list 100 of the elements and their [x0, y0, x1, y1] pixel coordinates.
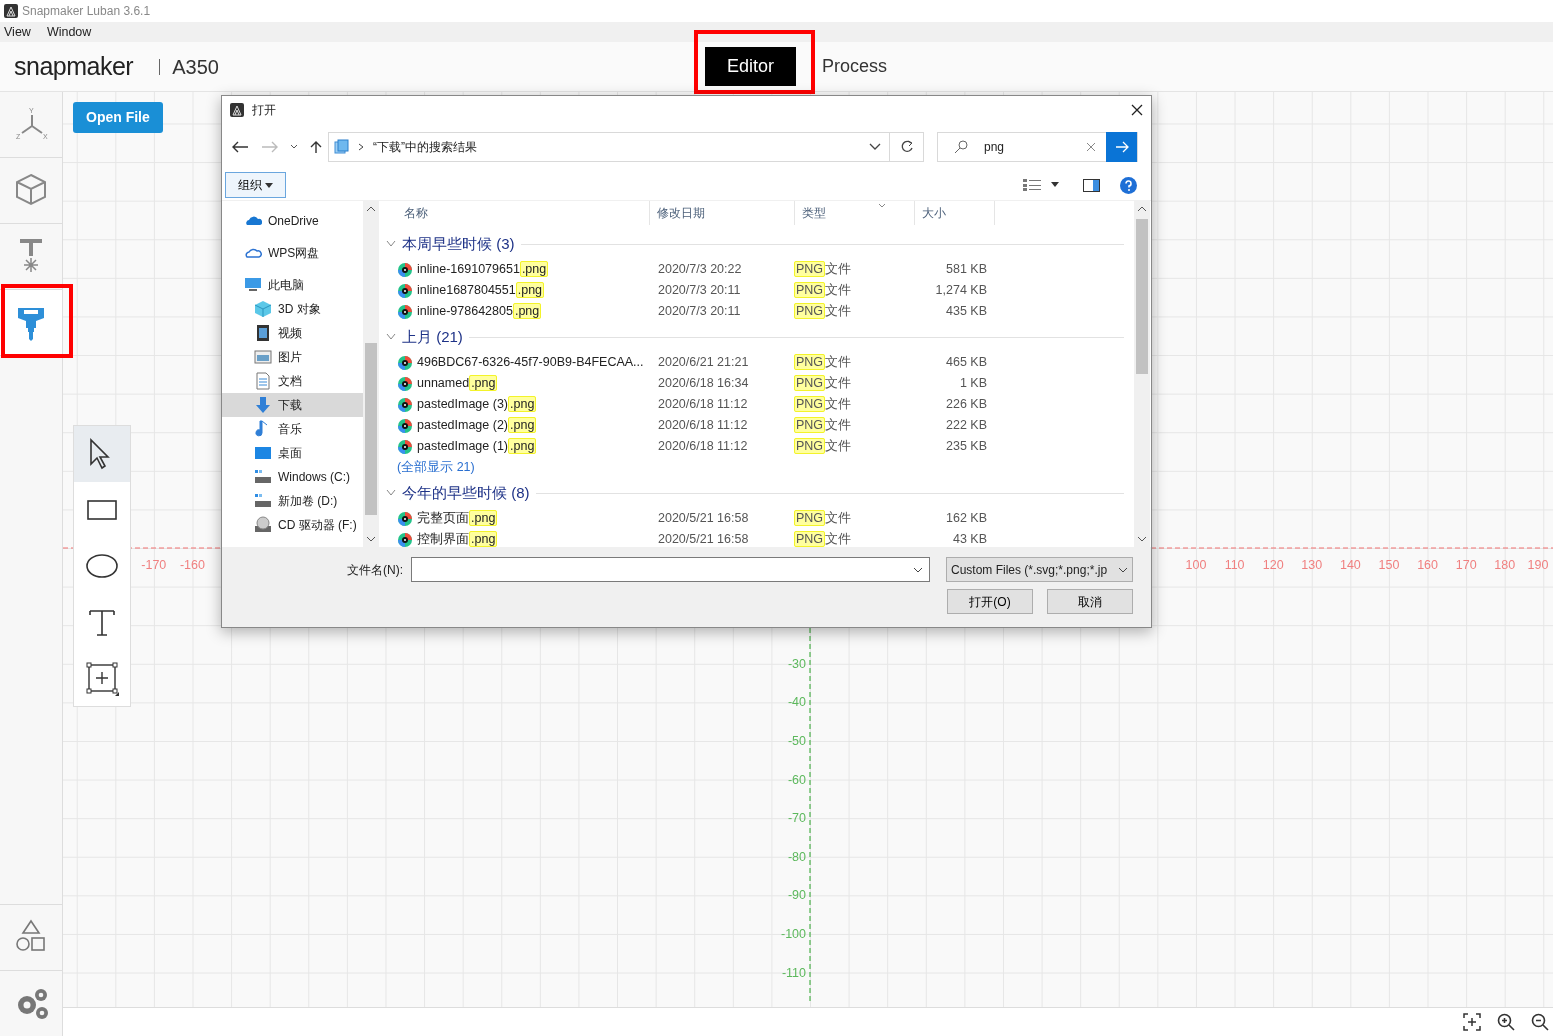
- caret-icon[interactable]: [1051, 182, 1059, 188]
- logo-wordmark: snapmaker: [14, 50, 134, 82]
- film-icon: [254, 324, 272, 342]
- file-type: PNG 文件: [794, 509, 853, 528]
- file-type: PNG 文件: [794, 395, 853, 414]
- add-frame-icon[interactable]: [84, 660, 120, 696]
- file-size: 162 KB: [945, 510, 988, 528]
- column-header[interactable]: 大小: [915, 201, 995, 225]
- dialog-button[interactable]: 取消: [1047, 589, 1133, 614]
- file-type: PNG 文件: [794, 353, 853, 372]
- file-name[interactable]: 控制界面 .png: [417, 530, 498, 547]
- organize-button[interactable]: 组织: [225, 172, 287, 198]
- menu-item[interactable]: Window: [46, 22, 92, 42]
- axis-label: -50: [787, 732, 806, 750]
- chevron-down-icon: [1118, 566, 1128, 573]
- file-type: PNG 文件: [794, 416, 853, 435]
- column-header[interactable]: 类型: [795, 201, 915, 225]
- monitor-icon: [244, 276, 262, 294]
- preview-pane-icon[interactable]: [1083, 178, 1100, 192]
- nav-item[interactable]: 下载: [222, 393, 363, 417]
- axis-label: 100: [1185, 557, 1207, 574]
- mode-tab[interactable]: Process: [799, 47, 909, 86]
- scroll-up-icon[interactable]: [1137, 206, 1147, 212]
- axis-label: 150: [1378, 557, 1400, 574]
- nav-item[interactable]: 此电脑: [222, 273, 363, 297]
- image-file-icon: [397, 261, 413, 278]
- axis-label: -90: [787, 887, 806, 904]
- image-file-icon: [397, 354, 413, 371]
- file-date: 2020/7/3 20:11: [657, 303, 742, 321]
- close-icon[interactable]: [1131, 104, 1143, 116]
- show-all-link[interactable]: (全部显示 21): [397, 458, 475, 477]
- file-name[interactable]: inline1687804551 .png: [417, 281, 545, 300]
- nav-item[interactable]: 音乐: [222, 417, 363, 441]
- file-date: 2020/6/18 11:12: [657, 438, 749, 456]
- clear-icon[interactable]: [1086, 142, 1096, 152]
- nav-item[interactable]: 新加卷 (D:): [222, 489, 363, 513]
- axis-label: 170: [1455, 557, 1477, 574]
- file-date: 2020/7/3 20:22: [657, 261, 743, 279]
- column-header[interactable]: 名称: [397, 201, 650, 225]
- help-icon[interactable]: [1120, 176, 1137, 194]
- file-date: 2020/6/18 11:12: [657, 417, 749, 435]
- nav-item[interactable]: OneDrive: [222, 209, 363, 233]
- nav-item[interactable]: WPS网盘: [222, 241, 363, 265]
- zoom-out-icon[interactable]: [1531, 1013, 1549, 1031]
- chevron-down-icon[interactable]: [869, 143, 881, 151]
- nav-item[interactable]: 视频: [222, 321, 363, 345]
- caret-icon: [265, 182, 274, 189]
- dialog-button[interactable]: 打开(O): [947, 589, 1033, 614]
- search-icon: [954, 140, 968, 154]
- refresh-icon[interactable]: [899, 140, 914, 154]
- address-bar[interactable]: “下载”中的搜索结果: [328, 132, 890, 162]
- view-options-icon[interactable]: [1023, 179, 1041, 191]
- file-name[interactable]: pastedImage (2) .png: [417, 416, 537, 435]
- group-title[interactable]: 上月 (21): [402, 325, 463, 349]
- machine-label: A350: [172, 54, 219, 80]
- nav-item[interactable]: 图片: [222, 345, 363, 369]
- file-name[interactable]: pastedImage (3) .png: [417, 395, 537, 414]
- file-name[interactable]: 完整页面 .png: [417, 509, 498, 528]
- back-arrow-icon[interactable]: [230, 140, 250, 154]
- column-header[interactable]: 修改日期: [650, 201, 795, 225]
- scroll-down-icon[interactable]: [366, 536, 376, 542]
- zoom-in-icon[interactable]: [1497, 1013, 1515, 1031]
- axis-label: -170: [141, 557, 167, 574]
- filename-field[interactable]: [411, 557, 930, 582]
- drive-icon: [254, 468, 272, 486]
- file-name[interactable]: pastedImage (1) .png: [417, 437, 537, 456]
- nav-item[interactable]: 桌面: [222, 441, 363, 465]
- mode-tab[interactable]: Editor: [704, 47, 796, 86]
- file-date: 2020/5/21 16:58: [657, 510, 750, 528]
- file-type: PNG 文件: [794, 530, 853, 547]
- group-title[interactable]: 本周早些时候 (3): [402, 232, 515, 256]
- file-type-select[interactable]: Custom Files (*.svg;*.png;*.jp: [946, 557, 1133, 582]
- file-size: 435 KB: [945, 303, 988, 321]
- file-name[interactable]: inline-978642805 .png: [417, 302, 542, 321]
- scrollbar-thumb[interactable]: [365, 343, 377, 515]
- nav-item[interactable]: 文档: [222, 369, 363, 393]
- scroll-up-icon[interactable]: [366, 206, 376, 212]
- file-name[interactable]: unnamed .png: [417, 374, 498, 393]
- scroll-down-icon[interactable]: [1137, 536, 1147, 542]
- file-type: PNG 文件: [794, 260, 853, 279]
- group-title[interactable]: 今年的早些时候 (8): [402, 481, 530, 505]
- scrollbar-thumb[interactable]: [1136, 219, 1148, 374]
- nav-item[interactable]: CD 驱动器 (F:): [222, 513, 363, 537]
- nav-item[interactable]: Windows (C:): [222, 465, 363, 489]
- fit-view-icon[interactable]: [1463, 1013, 1481, 1031]
- sort-caret-icon: [878, 203, 886, 208]
- axis-label: 140: [1339, 557, 1361, 574]
- axis-label: 130: [1301, 557, 1323, 574]
- file-size: 465 KB: [945, 354, 988, 372]
- file-size: 1,274 KB: [934, 282, 988, 300]
- axis-label: 110: [1224, 557, 1245, 574]
- file-name[interactable]: 496BDC67-6326-45f7-90B9-B4FECAA...: [417, 353, 644, 372]
- file-size: 222 KB: [945, 417, 988, 435]
- nav-item[interactable]: 3D 对象: [222, 297, 363, 321]
- menu-item[interactable]: View: [4, 22, 31, 42]
- open-file-button[interactable]: Open File: [73, 102, 163, 133]
- file-name[interactable]: inline-1691079651 .png: [417, 260, 549, 279]
- search-go-button[interactable]: [1106, 132, 1137, 162]
- file-date: 2020/6/21 21:21: [657, 354, 750, 372]
- file-type: PNG 文件: [794, 374, 853, 393]
